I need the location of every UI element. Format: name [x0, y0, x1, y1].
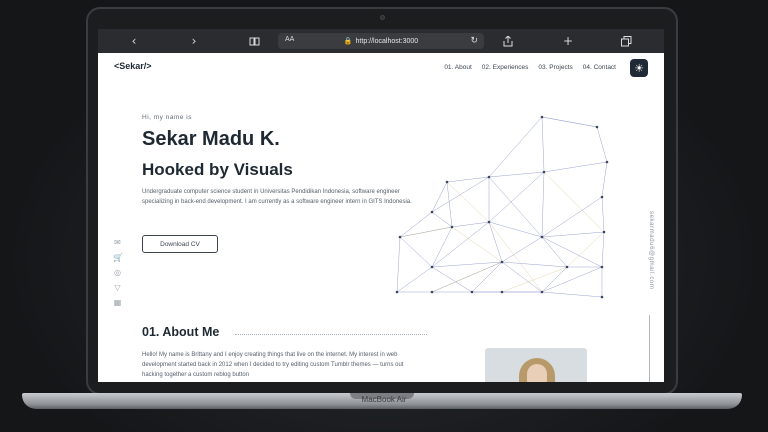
side-email-line — [649, 315, 650, 382]
about-heading: 01. About Me — [142, 325, 220, 339]
about-divider — [235, 334, 427, 335]
hero-greeting: Hi, my name is — [142, 114, 192, 121]
reload-icon[interactable]: ↻ — [470, 35, 478, 46]
lock-icon: 🔒 — [343, 38, 353, 45]
address-bar[interactable]: AA 🔒 http://localhost:3000 ↻ — [278, 33, 484, 49]
sun-icon[interactable]: ☀ — [630, 59, 648, 77]
about-text: Hello! My name is Brittany and I enjoy c… — [142, 352, 404, 378]
hero-name: Sekar Madu K. — [142, 128, 280, 150]
hero-intro: Undergraduate computer science student i… — [142, 189, 412, 205]
text-size-button[interactable]: AA — [285, 36, 294, 43]
device-brand-label: MacBook Air — [361, 395, 407, 404]
tabs-overview-icon[interactable] — [618, 33, 634, 49]
nav-experiences[interactable]: 02. Experiences — [482, 64, 529, 71]
instagram-icon[interactable]: ◎ — [113, 268, 122, 277]
network-graphic — [395, 115, 609, 299]
site-logo[interactable]: <Sekar/> — [114, 61, 152, 71]
photo-face — [527, 364, 547, 382]
mail-icon[interactable]: ✉ — [113, 238, 122, 247]
nav-projects[interactable]: 03. Projects — [538, 64, 572, 71]
back-arrow-icon[interactable]: ‹ — [126, 33, 142, 49]
share-icon[interactable] — [500, 33, 516, 49]
book-icon[interactable] — [246, 33, 262, 49]
cart-icon[interactable]: 🛒 — [113, 253, 123, 262]
linkedin-icon[interactable]: ▦ — [113, 298, 122, 307]
side-email-link[interactable]: sekarmadu6@gmail.com — [648, 211, 654, 289]
camera — [380, 15, 385, 20]
new-tab-icon[interactable]: + — [560, 33, 576, 49]
site-nav: 01. About 02. Experiences 03. Projects 0… — [444, 64, 616, 71]
url-text: http://localhost:3000 — [355, 37, 419, 45]
laptop-screen: ‹ › AA 🔒 http://localhost:3000 ↻ + <Seka… — [98, 29, 664, 382]
profile-photo — [485, 348, 587, 382]
hero-tagline: Hooked by Visuals — [142, 160, 293, 179]
figma-icon[interactable]: ▽ — [113, 283, 122, 292]
download-cv-button[interactable]: Download CV — [142, 235, 218, 253]
social-links: ✉ 🛒 ◎ ▽ ▦ — [113, 238, 123, 307]
portfolio-page: <Sekar/> 01. About 02. Experiences 03. P… — [98, 53, 664, 382]
forward-arrow-icon[interactable]: › — [186, 33, 202, 49]
nav-contact[interactable]: 04. Contact — [583, 64, 616, 71]
browser-toolbar: ‹ › AA 🔒 http://localhost:3000 ↻ + — [98, 29, 664, 53]
nav-about[interactable]: 01. About — [444, 64, 471, 71]
